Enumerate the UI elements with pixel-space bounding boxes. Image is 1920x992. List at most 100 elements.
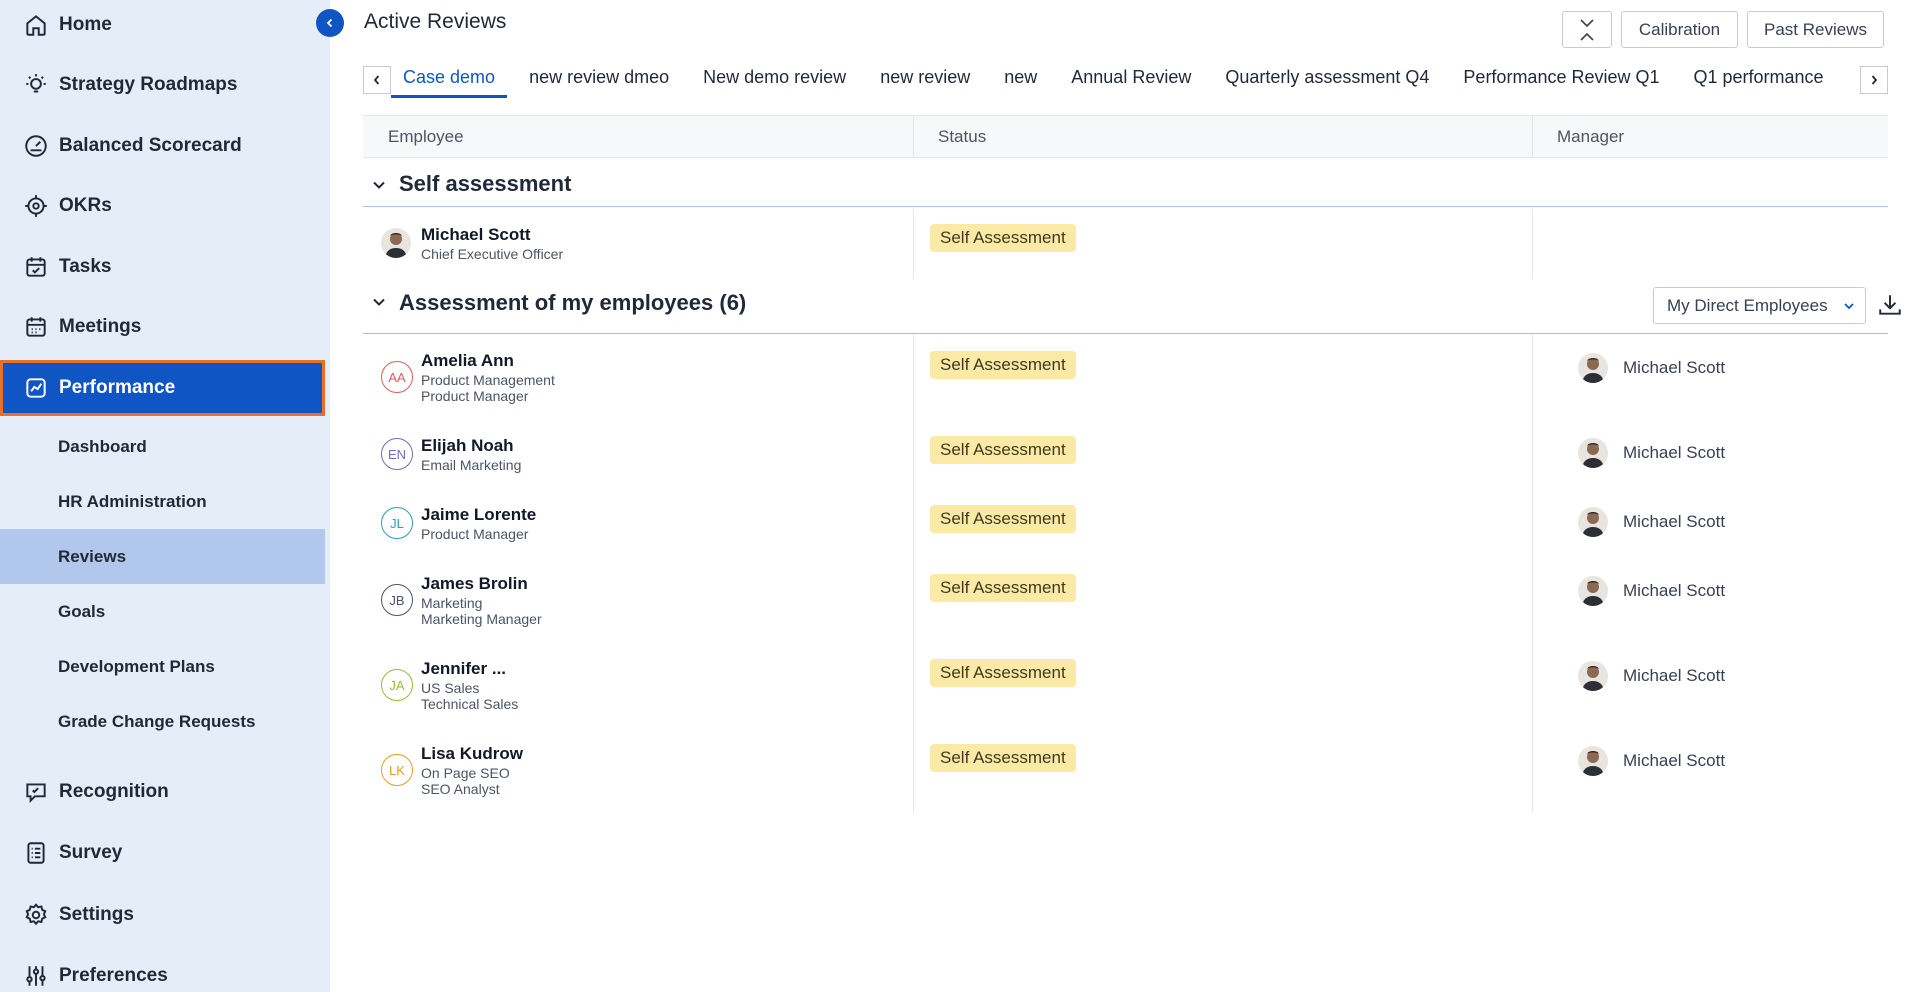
employee-detail: Product Manager <box>421 526 529 542</box>
sidebar-item-preferences[interactable]: Preferences <box>0 948 325 992</box>
tab-new-review-dmeo[interactable]: new review dmeo <box>517 60 681 98</box>
tab-performance-review-q1[interactable]: Performance Review Q1 <box>1451 60 1671 98</box>
status-badge: Self Assessment <box>930 351 1076 379</box>
avatar: LK <box>381 754 413 786</box>
sidebar-subitem-goals[interactable]: Goals <box>0 584 325 639</box>
status-badge: Self Assessment <box>930 224 1076 252</box>
sidebar-item-label: Home <box>59 14 112 35</box>
sidebar-item-label: Settings <box>59 904 134 925</box>
sidebar-item-label: OKRs <box>59 195 112 216</box>
chart-line-icon <box>26 378 46 398</box>
column-header-status[interactable]: Status <box>913 116 986 157</box>
table-row[interactable]: LK Lisa Kudrow On Page SEO SEO Analyst S… <box>363 727 1888 812</box>
manager-name[interactable]: Michael Scott <box>1623 358 1725 378</box>
sidebar-subitem-dashboard[interactable]: Dashboard <box>0 419 325 474</box>
section-title: Assessment of my employees (6) <box>399 290 747 315</box>
employee-name[interactable]: Jaime Lorente <box>421 505 536 525</box>
chevron-down-icon[interactable] <box>369 292 389 312</box>
chevron-left-icon <box>326 18 333 28</box>
table-row[interactable]: JL Jaime Lorente Product Manager Self As… <box>363 488 1888 557</box>
status-badge: Self Assessment <box>930 505 1076 533</box>
manager-name[interactable]: Michael Scott <box>1623 512 1725 532</box>
tabs-scroll-right-button[interactable] <box>1860 66 1888 94</box>
tab-new-demo-review[interactable]: New demo review <box>691 60 858 98</box>
status-badge: Self Assessment <box>930 659 1076 687</box>
avatar: AA <box>381 361 413 393</box>
tab-q1-performance[interactable]: Q1 performance <box>1682 60 1836 98</box>
sidebar-item-meetings[interactable]: Meetings <box>0 299 325 355</box>
manager-name[interactable]: Michael Scott <box>1623 581 1725 601</box>
sidebar-subitem-grade-change-requests[interactable]: Grade Change Requests <box>0 694 325 749</box>
sidebar-item-survey[interactable]: Survey <box>0 825 325 881</box>
tabs-scroll-left-button[interactable] <box>363 66 391 94</box>
sidebar-subitem-reviews[interactable]: Reviews <box>0 529 325 584</box>
sidebar-item-tasks[interactable]: Tasks <box>0 239 325 295</box>
tab-new-review[interactable]: new review <box>868 60 982 98</box>
grid-header: Employee Status Manager <box>363 115 1888 158</box>
sidebar-item-label: Tasks <box>59 256 112 277</box>
employee-detail: Email Marketing <box>421 457 522 473</box>
collapse-arrows-icon <box>1580 18 1594 41</box>
gear-icon <box>25 903 47 926</box>
manager-name[interactable]: Michael Scott <box>1623 751 1725 771</box>
tab-case-demo[interactable]: Case demo <box>391 60 508 98</box>
sidebar-subitem-label: Grade Change Requests <box>58 711 256 731</box>
app-root: Home Strategy Roadmaps Balanced Scorecar… <box>0 0 1920 992</box>
chevron-down-icon[interactable] <box>369 175 389 195</box>
sidebar-item-settings[interactable]: Settings <box>0 887 325 943</box>
tab-quarterly-assessment-q4[interactable]: Quarterly assessment Q4 <box>1213 60 1441 98</box>
column-header-manager[interactable]: Manager <box>1532 116 1624 157</box>
sidebar-item-recognition[interactable]: Recognition <box>0 764 325 820</box>
employee-name[interactable]: Elijah Noah <box>421 436 514 456</box>
employee-name[interactable]: Amelia Ann <box>421 351 514 371</box>
employee-detail: Product Management <box>421 372 555 388</box>
download-button[interactable] <box>1873 288 1907 322</box>
table-row[interactable]: JA Jennifer ... US Sales Technical Sales… <box>363 642 1888 727</box>
chevron-down-icon <box>1844 303 1854 310</box>
avatar <box>381 228 411 258</box>
review-tabs: Case demo new review dmeo New demo review n… <box>363 60 1888 98</box>
past-reviews-button[interactable]: Past Reviews <box>1747 11 1884 48</box>
sidebar-subitem-hr-administration[interactable]: HR Administration <box>0 474 325 529</box>
sidebar-collapse-button[interactable] <box>316 9 344 37</box>
target-icon <box>25 195 47 217</box>
employee-detail: Marketing Manager <box>421 611 542 627</box>
table-row[interactable]: AA Amelia Ann Product Management Product… <box>363 334 1888 419</box>
manager-avatar <box>1578 661 1608 691</box>
sidebar-item-label: Strategy Roadmaps <box>59 74 238 95</box>
collapse-all-button[interactable] <box>1562 11 1612 48</box>
employee-name[interactable]: Lisa Kudrow <box>421 744 523 764</box>
sidebar-item-label: Performance <box>59 377 176 398</box>
employee-name[interactable]: James Brolin <box>421 574 528 594</box>
employee-name[interactable]: Jennifer ... <box>421 659 506 679</box>
column-header-employee[interactable]: Employee <box>363 116 464 157</box>
sidebar-item-label: Balanced Scorecard <box>59 135 242 156</box>
manager-name[interactable]: Michael Scott <box>1623 666 1725 686</box>
employee-detail: Technical Sales <box>421 696 519 712</box>
manager-avatar <box>1578 576 1608 606</box>
home-icon <box>26 15 46 36</box>
sidebar-item-strategy-roadmaps[interactable]: Strategy Roadmaps <box>0 57 325 113</box>
calibration-button[interactable]: Calibration <box>1621 11 1738 48</box>
sidebar-subitem-label: Development Plans <box>58 656 215 676</box>
sidebar-subitem-development-plans[interactable]: Development Plans <box>0 639 325 694</box>
sliders-icon <box>26 966 46 986</box>
manager-name[interactable]: Michael Scott <box>1623 443 1725 463</box>
employee-filter-select[interactable]: My Direct Employees <box>1653 287 1866 324</box>
table-row[interactable]: Michael Scott Chief Executive Officer Se… <box>363 209 1888 279</box>
manager-avatar <box>1578 438 1608 468</box>
employee-name[interactable]: Michael Scott <box>421 225 531 245</box>
sidebar-item-performance[interactable]: Performance <box>0 360 325 416</box>
sidebar-item-label: Preferences <box>59 965 168 986</box>
status-badge: Self Assessment <box>930 744 1076 772</box>
tab-new[interactable]: new <box>992 60 1049 98</box>
table-row[interactable]: EN Elijah Noah Email Marketing Self Asse… <box>363 419 1888 488</box>
sidebar-item-balanced-scorecard[interactable]: Balanced Scorecard <box>0 118 325 174</box>
lightbulb-icon <box>26 74 46 93</box>
tab-annual-review[interactable]: Annual Review <box>1059 60 1203 98</box>
table-row[interactable]: JB James Brolin Marketing Marketing Mana… <box>363 557 1888 642</box>
employee-filter-value: My Direct Employees <box>1667 295 1828 315</box>
sidebar-item-okrs[interactable]: OKRs <box>0 178 325 234</box>
sidebar-item-home[interactable]: Home <box>0 0 325 53</box>
sidebar: Home Strategy Roadmaps Balanced Scorecar… <box>0 0 330 992</box>
